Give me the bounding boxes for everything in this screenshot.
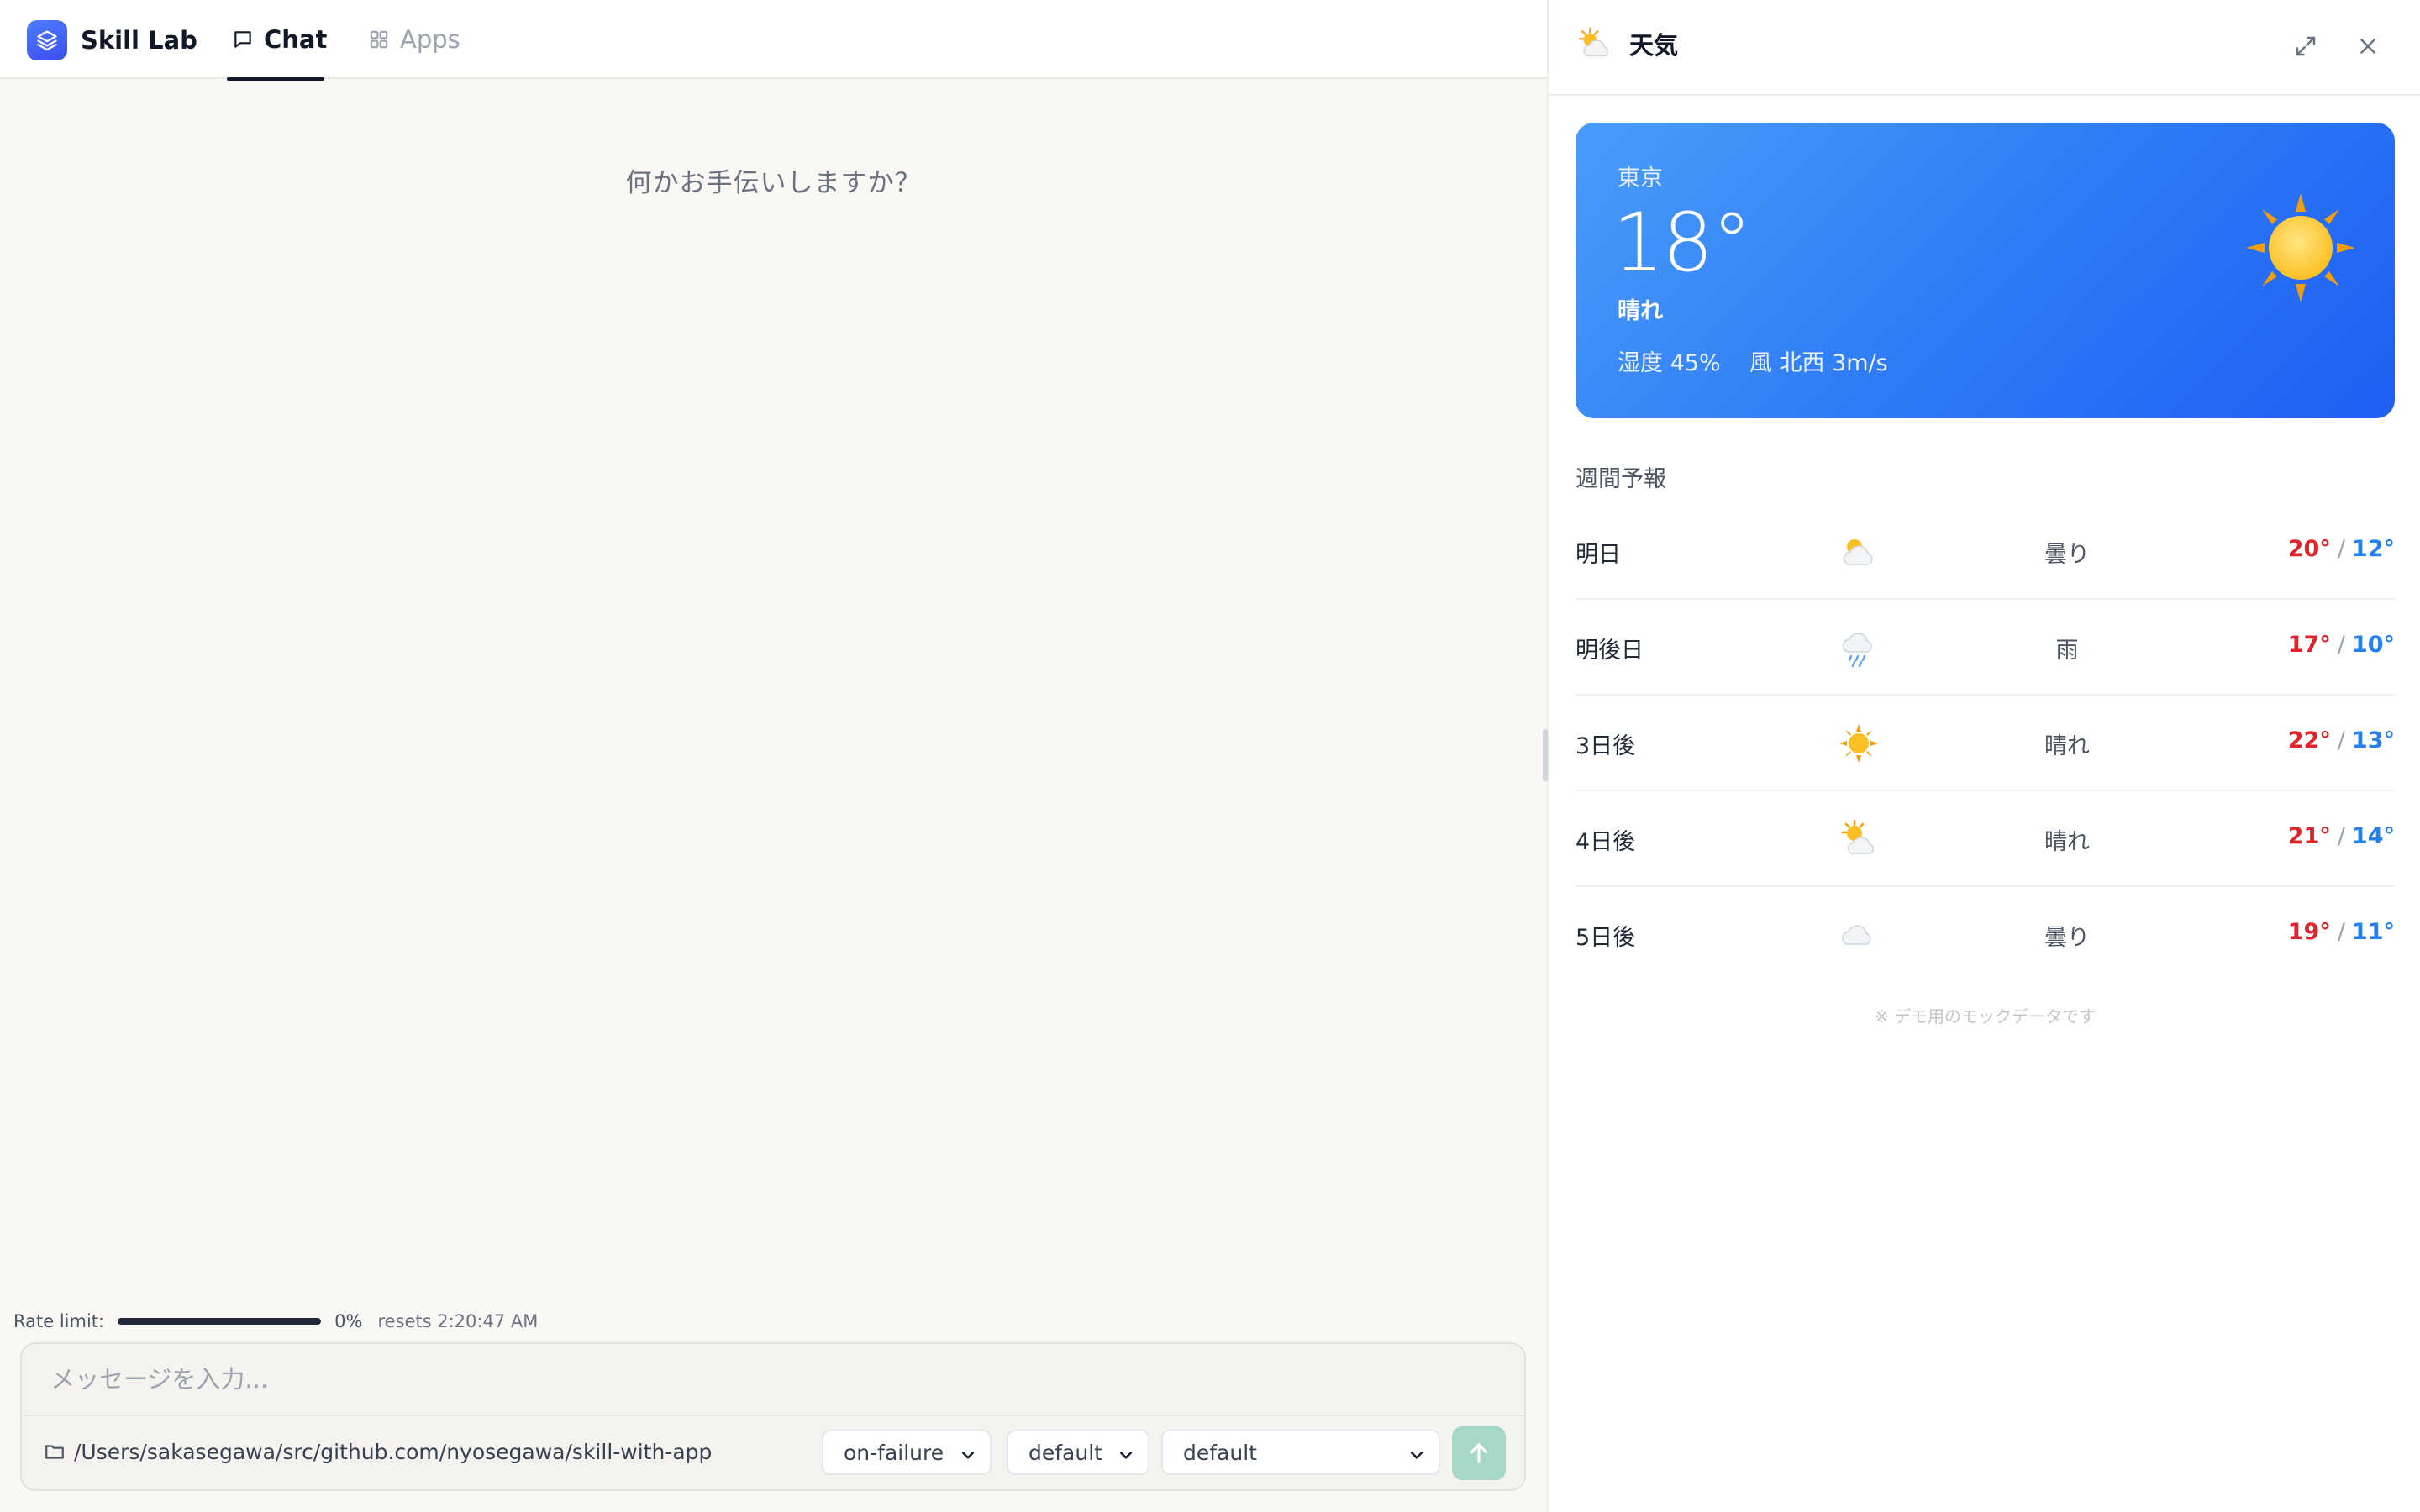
forecast-condition: 曇り xyxy=(2044,542,2090,568)
forecast-row: 3日後 晴れ 22°/13° xyxy=(1576,696,2395,791)
greeting-text: 何かお手伝いしますか？ xyxy=(625,168,922,198)
sun-icon xyxy=(1839,724,1878,763)
expand-icon[interactable] xyxy=(2293,34,2318,59)
current-details: 湿度 45% 風 北西 3m/s xyxy=(1618,350,1888,376)
forecast-low: 10° xyxy=(2351,632,2395,658)
app-root: Skill Lab Chat Apps 何かお手伝いしますか？ Rate lim… xyxy=(0,0,2420,1512)
model-select[interactable]: default xyxy=(1161,1430,1440,1475)
close-icon[interactable] xyxy=(2355,34,2381,59)
forecast-day: 4日後 xyxy=(1576,829,1636,855)
tab-chat[interactable]: Chat xyxy=(227,0,328,81)
rate-limit-reset: resets 2:20:47 AM xyxy=(377,1311,539,1331)
grid-icon xyxy=(370,30,388,49)
forecast-low: 14° xyxy=(2351,823,2395,849)
forecast-day: 5日後 xyxy=(1576,925,1636,951)
message-square-icon xyxy=(234,31,251,48)
forecast-low: 11° xyxy=(2351,919,2395,945)
message-composer: /Users/sakasegawa/src/github.com/nyosega… xyxy=(20,1342,1526,1491)
arrow-up-icon xyxy=(1470,1443,1488,1463)
rate-limit-track xyxy=(118,1318,322,1325)
weather-panel: 天気 東京 18° 晴れ 湿度 45% 風 北西 3m/s 週間予報 明日 曇り… xyxy=(1543,0,2420,1512)
temp-separator: / xyxy=(2337,823,2345,849)
forecast-high: 17° xyxy=(2287,632,2331,658)
current-city: 東京 xyxy=(1618,165,1663,192)
send-button[interactable] xyxy=(1452,1426,1506,1480)
panel-header: 天気 xyxy=(1549,0,2420,96)
forecast-list: 明日 曇り 20°/12° 明後日 雨 17° / 10° 3日後 晴れ 22°… xyxy=(1576,504,2395,983)
cloud-icon xyxy=(1842,925,1871,945)
forecast-temps: 17°/10° xyxy=(2288,632,2395,658)
tab-chat-label: Chat xyxy=(264,25,328,54)
working-directory[interactable]: /Users/sakasegawa/src/github.com/nyosega… xyxy=(44,1435,712,1468)
forecast-day: 明後日 xyxy=(1576,638,1644,664)
cloud-rain-icon xyxy=(1843,633,1872,668)
forecast-condition: 晴れ xyxy=(2044,829,2090,855)
sun-behind-cloud-icon xyxy=(1578,27,1609,57)
forecast-high: 20° xyxy=(2287,536,2331,562)
chevron-down-icon xyxy=(961,1452,975,1459)
rate-limit-bar: Rate limit: 0% resets 2:20:47 AM xyxy=(13,1309,538,1334)
approval-mode-select[interactable]: on-failure xyxy=(822,1430,992,1475)
forecast-high: 21° xyxy=(2287,823,2331,849)
tab-apps[interactable]: Apps xyxy=(363,0,472,79)
current-temperature: 18° xyxy=(1612,196,1752,290)
rate-limit-fill xyxy=(118,1318,322,1325)
forecast-high: 22° xyxy=(2287,727,2331,753)
forecast-row: 明後日 雨 17°/10° xyxy=(1576,600,2395,696)
forecast-low: 13° xyxy=(2351,727,2395,753)
forecast-temps: 19°/11° xyxy=(2288,919,2395,945)
rate-limit-label: Rate limit: xyxy=(13,1311,105,1331)
cloud-sun-icon xyxy=(1844,539,1873,565)
folder-icon xyxy=(45,1445,64,1459)
temp-separator: / xyxy=(2337,727,2345,753)
sun-icon xyxy=(2246,193,2355,302)
sandbox-value: default xyxy=(1028,1440,1102,1465)
working-directory-path: /Users/sakasegawa/src/github.com/nyosega… xyxy=(74,1439,713,1464)
chevron-down-icon xyxy=(1410,1452,1423,1459)
forecast-row: 5日後 曇り 19°/11° xyxy=(1576,887,2395,983)
temp-separator: / xyxy=(2337,632,2345,658)
forecast-day: 明日 xyxy=(1576,542,1621,568)
forecast-low: 12° xyxy=(2351,536,2395,562)
current-weather-card: 東京 18° 晴れ 湿度 45% 風 北西 3m/s xyxy=(1576,123,2395,418)
approval-mode-value: on-failure xyxy=(844,1440,944,1465)
forecast-condition: 雨 xyxy=(2055,638,2079,664)
current-condition: 晴れ xyxy=(1618,298,1663,324)
temp-separator: / xyxy=(2337,919,2345,945)
forecast-title: 週間予報 xyxy=(1576,466,1666,492)
forecast-row: 4日後 晴れ 21°/14° xyxy=(1576,791,2395,887)
message-input[interactable] xyxy=(22,1344,1524,1415)
forecast-high: 19° xyxy=(2287,919,2331,945)
forecast-row: 明日 曇り 20°/12° xyxy=(1576,504,2395,600)
chevron-down-icon xyxy=(1119,1452,1133,1459)
sandbox-select[interactable]: default xyxy=(1007,1430,1150,1475)
tab-apps-label: Apps xyxy=(400,25,460,54)
forecast-temps: 20°/12° xyxy=(2288,536,2395,562)
model-value: default xyxy=(1183,1440,1257,1465)
forecast-temps: 21°/14° xyxy=(2288,823,2395,849)
forecast-condition: 晴れ xyxy=(2044,733,2090,759)
composer-divider xyxy=(22,1415,1524,1416)
sun-behind-cloud-icon xyxy=(1841,819,1874,854)
temp-separator: / xyxy=(2337,536,2345,562)
chat-area: Skill Lab Chat Apps 何かお手伝いしますか？ Rate lim… xyxy=(0,0,1547,1512)
forecast-day: 3日後 xyxy=(1576,733,1636,759)
forecast-condition: 曇り xyxy=(2044,925,2090,951)
panel-title: 天気 xyxy=(1629,31,1679,60)
app-name: Skill Lab xyxy=(81,26,197,55)
rate-limit-percent: 0% xyxy=(334,1311,363,1331)
forecast-temps: 22°/13° xyxy=(2288,727,2395,753)
top-bar: Skill Lab Chat Apps xyxy=(0,0,1547,81)
app-logo-icon xyxy=(27,20,67,60)
panel-resize-handle[interactable] xyxy=(1543,729,1548,781)
mock-data-note: ※ デモ用のモックデータです xyxy=(1874,1006,2096,1026)
